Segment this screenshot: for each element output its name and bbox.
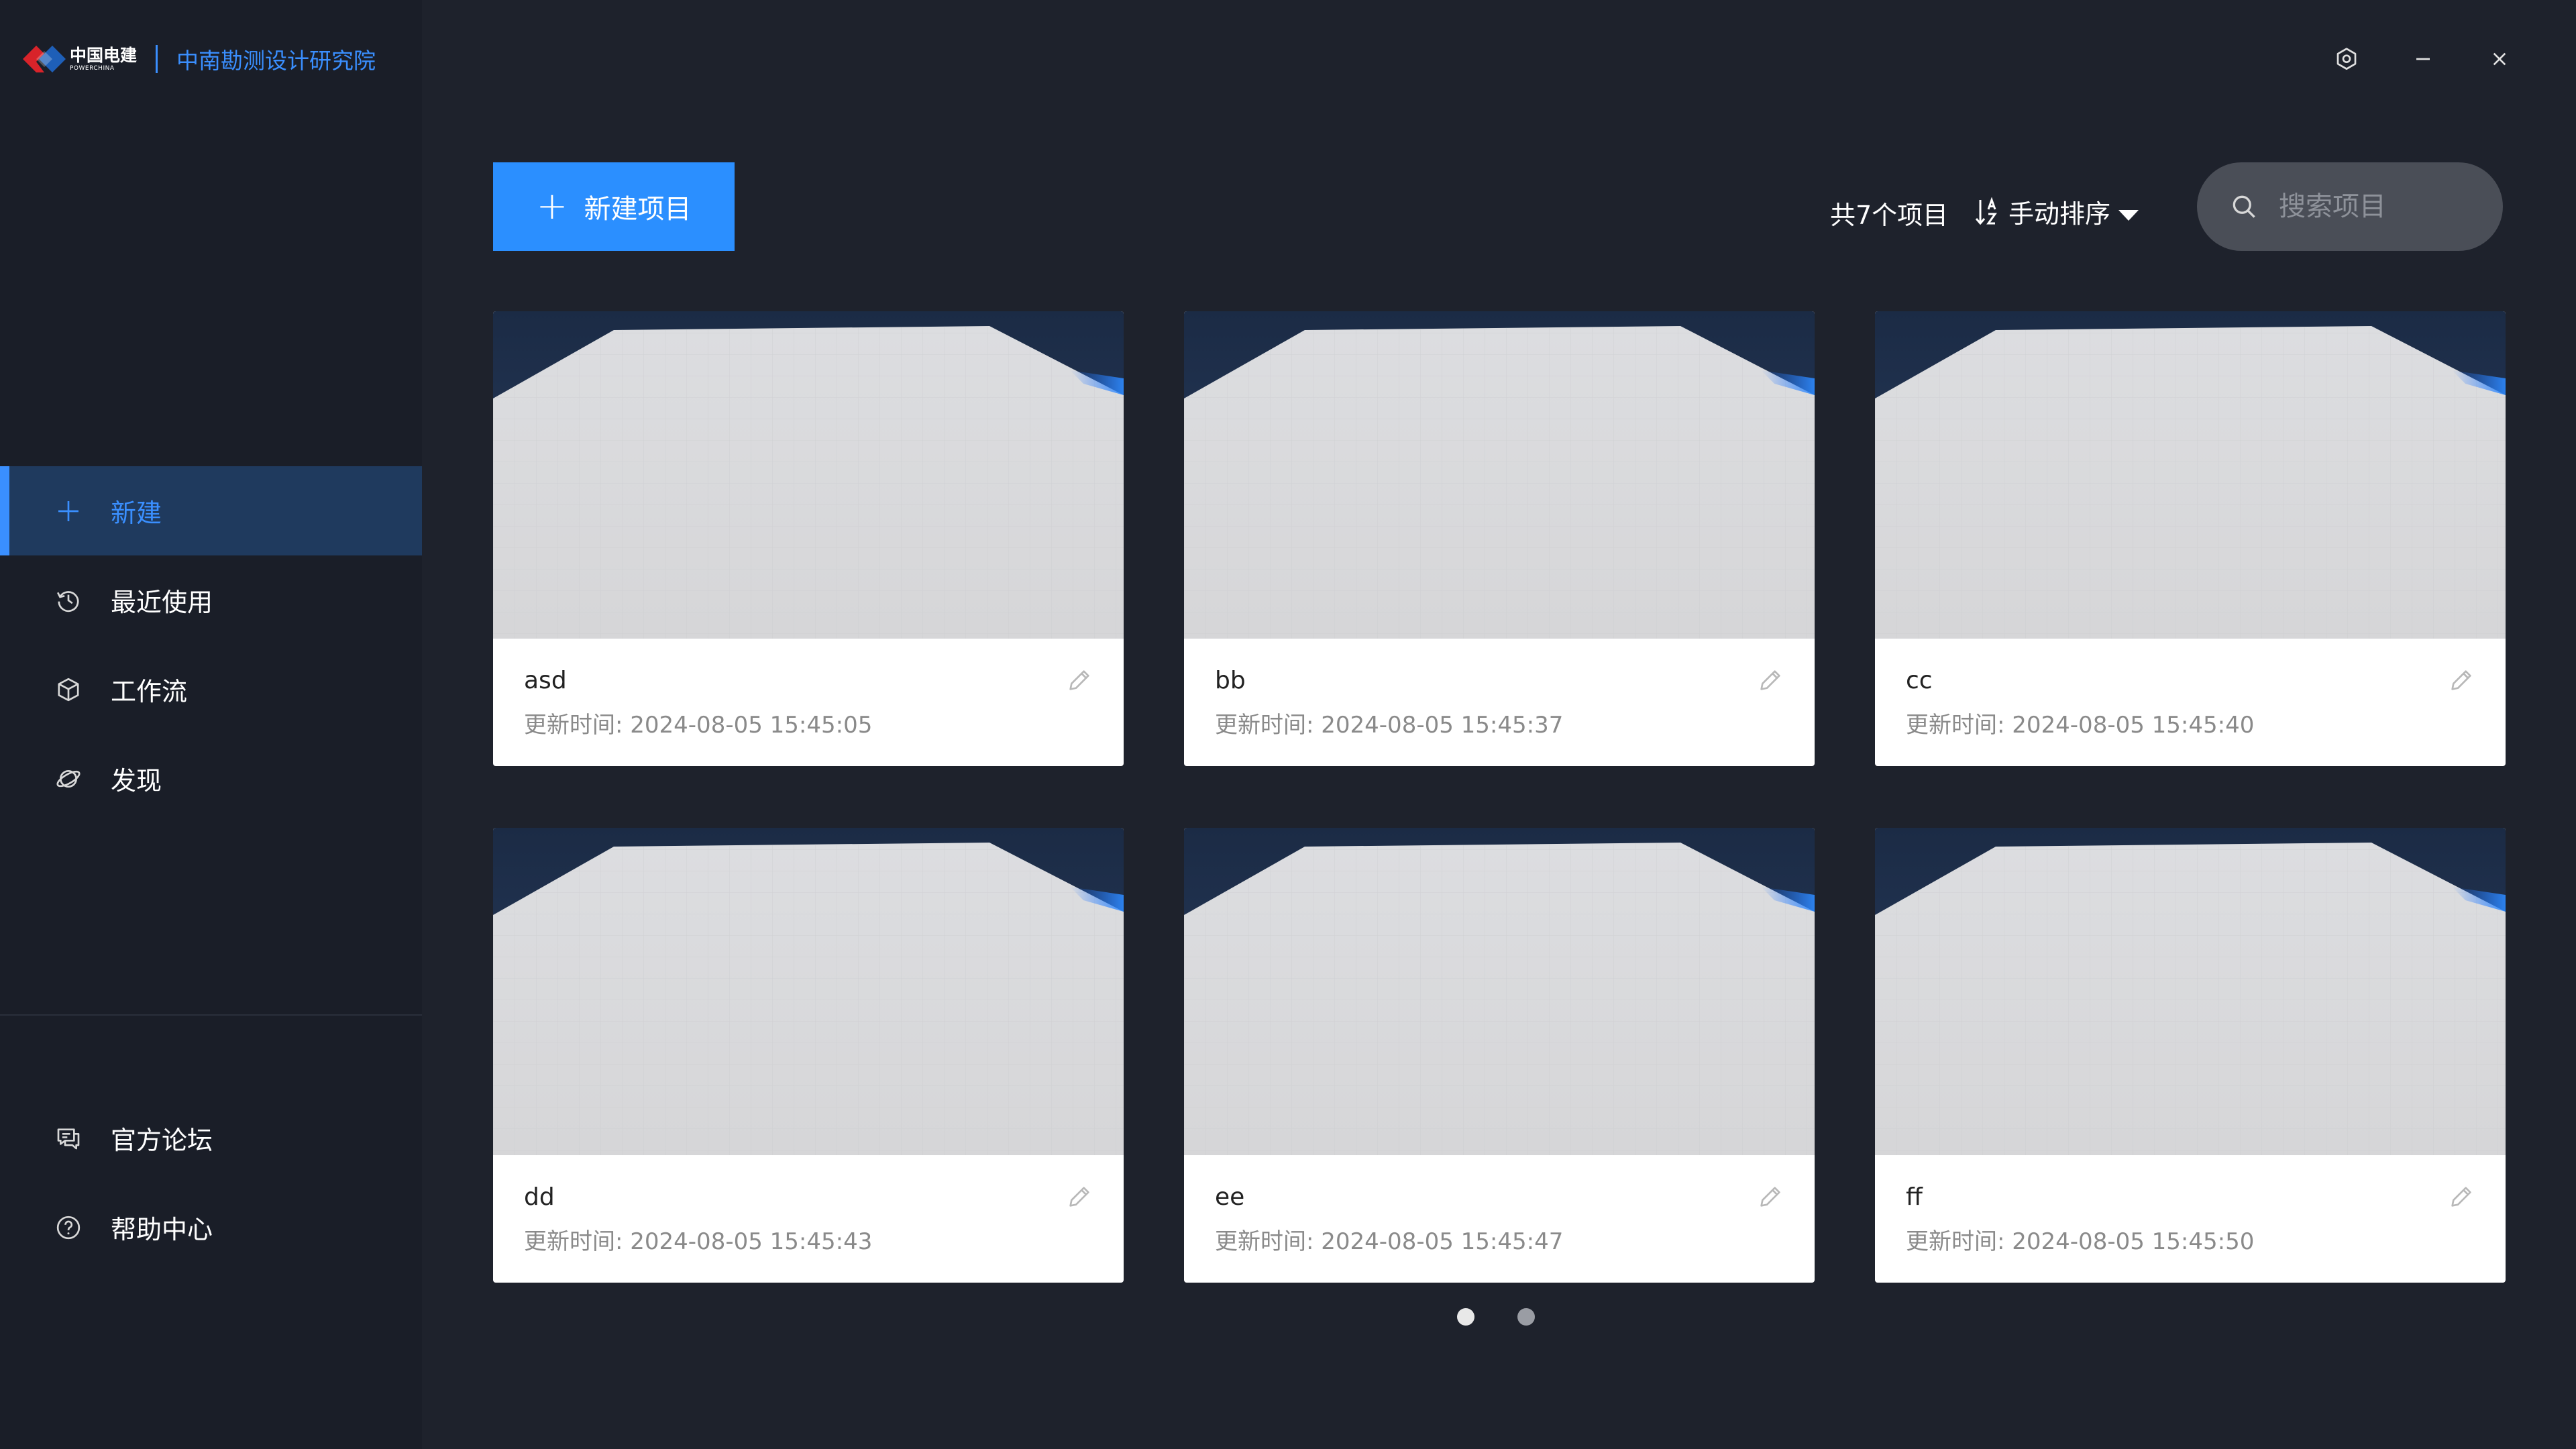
search-icon (2233, 195, 2255, 218)
project-card[interactable]: bb 更新时间: 2024-08-05 15:45:37 (1184, 311, 1815, 766)
edit-project-button[interactable] (1066, 667, 1093, 694)
sidebar-item-label: 最近使用 (111, 588, 213, 617)
sidebar-divider (0, 1014, 422, 1016)
plus-icon: + (536, 184, 568, 228)
close-button[interactable] (2485, 44, 2514, 74)
project-info: bb 更新时间: 2024-08-05 15:45:37 (1215, 667, 1563, 739)
sort-dropdown[interactable]: 手动排序 (1974, 193, 2139, 230)
edit-project-button[interactable] (2448, 667, 2475, 694)
project-updated-time: 更新时间: 2024-08-05 15:45:05 (524, 712, 873, 739)
logo-wordmark: 中国电建 POWERCHINA (70, 47, 137, 72)
edit-project-button[interactable] (2448, 1183, 2475, 1210)
pencil-icon (1757, 667, 1784, 694)
project-updated-time: 更新时间: 2024-08-05 15:45:47 (1215, 1228, 1564, 1255)
project-info: dd 更新时间: 2024-08-05 15:45:43 (524, 1183, 872, 1256)
project-name: asd (524, 667, 567, 694)
search-input[interactable] (2277, 191, 2481, 223)
sidebar-item-label: 帮助中心 (111, 1215, 213, 1244)
history-icon (55, 587, 82, 614)
project-card[interactable]: ff 更新时间: 2024-08-05 15:45:50 (1875, 828, 2506, 1283)
sidebar-item-label: 官方论坛 (111, 1126, 213, 1155)
pencil-icon (1066, 1183, 1093, 1210)
minimize-icon (2416, 58, 2430, 60)
project-thumbnail (493, 311, 1124, 639)
edit-project-button[interactable] (1757, 1183, 1784, 1210)
project-info: cc 更新时间: 2024-08-05 15:45:40 (1906, 667, 2254, 739)
sidebar-item-label: 工作流 (111, 677, 188, 706)
minimize-button[interactable] (2408, 44, 2438, 74)
pencil-icon (2448, 1183, 2475, 1210)
pencil-icon (1066, 667, 1093, 694)
pagination-dots (1457, 1308, 1535, 1326)
edit-project-button[interactable] (1757, 667, 1784, 694)
project-thumbnail (493, 828, 1124, 1155)
powerchina-logo-icon (23, 42, 66, 76)
plus-icon (55, 498, 82, 525)
project-count: 共7个项目 (1830, 201, 1949, 230)
project-info: asd 更新时间: 2024-08-05 15:45:05 (524, 667, 872, 739)
project-name: dd (524, 1183, 555, 1211)
sidebar-item-recent[interactable]: 最近使用 (0, 555, 422, 645)
sort-label: 手动排序 (2008, 199, 2111, 229)
sidebar-item-label: 新建 (111, 498, 162, 528)
close-icon (2493, 52, 2506, 66)
sidebar: 中国电建 POWERCHINA 中南勘测设计研究院 新建 最近使用 工作流 发现… (0, 0, 422, 1449)
pencil-icon (1757, 1183, 1784, 1210)
project-thumbnail (1875, 311, 2506, 639)
project-info: ff 更新时间: 2024-08-05 15:45:50 (1906, 1183, 2254, 1256)
project-updated-time: 更新时间: 2024-08-05 15:45:43 (524, 1228, 873, 1255)
project-thumbnail (1875, 828, 2506, 1155)
page-dot-1[interactable] (1457, 1308, 1474, 1326)
logo-cn: 中国电建 (70, 45, 138, 65)
project-name: cc (1906, 667, 1933, 694)
workflow-cube-icon (55, 676, 82, 703)
project-name: ee (1215, 1183, 1245, 1211)
project-thumbnail (1184, 828, 1815, 1155)
page-dot-2[interactable] (1517, 1308, 1535, 1326)
settings-button[interactable] (2332, 44, 2361, 74)
app-window: 中国电建 POWERCHINA 中南勘测设计研究院 新建 最近使用 工作流 发现… (0, 0, 2576, 1449)
logo-en: POWERCHINA (70, 64, 115, 72)
sidebar-item-workflow[interactable]: 工作流 (0, 645, 422, 734)
forum-icon (55, 1125, 82, 1152)
sidebar-item-help[interactable]: 帮助中心 (0, 1183, 422, 1272)
sidebar-item-new[interactable]: 新建 (0, 466, 422, 555)
project-card[interactable]: ee 更新时间: 2024-08-05 15:45:47 (1184, 828, 1815, 1283)
sidebar-item-label: 发现 (111, 766, 162, 796)
logo-divider (156, 45, 158, 73)
new-project-button[interactable]: + 新建项目 (493, 162, 735, 251)
project-updated-time: 更新时间: 2024-08-05 15:45:50 (1906, 1228, 2255, 1255)
project-updated-time: 更新时间: 2024-08-05 15:45:37 (1215, 712, 1564, 739)
sidebar-item-forum[interactable]: 官方论坛 (0, 1093, 422, 1183)
logo: 中国电建 POWERCHINA 中南勘测设计研究院 (23, 40, 376, 78)
org-name: 中南勘测设计研究院 (176, 48, 376, 74)
sort-icon (1975, 197, 1997, 225)
pencil-icon (2448, 667, 2475, 694)
sidebar-nav-bottom: 官方论坛 帮助中心 (0, 1093, 422, 1272)
gear-icon (2337, 48, 2357, 70)
caret-down-icon (2118, 209, 2139, 221)
new-project-label: 新建项目 (584, 194, 692, 225)
project-updated-time: 更新时间: 2024-08-05 15:45:40 (1906, 712, 2255, 739)
project-info: ee 更新时间: 2024-08-05 15:45:47 (1215, 1183, 1563, 1256)
sidebar-nav: 新建 最近使用 工作流 发现 (0, 466, 422, 823)
edit-project-button[interactable] (1066, 1183, 1093, 1210)
project-card[interactable]: dd 更新时间: 2024-08-05 15:45:43 (493, 828, 1124, 1283)
search-box[interactable] (2197, 162, 2503, 251)
help-icon (55, 1214, 82, 1241)
project-card[interactable]: cc 更新时间: 2024-08-05 15:45:40 (1875, 311, 2506, 766)
planet-icon (55, 765, 82, 792)
project-thumbnail (1184, 311, 1815, 639)
project-card[interactable]: asd 更新时间: 2024-08-05 15:45:05 (493, 311, 1124, 766)
project-name: ff (1906, 1183, 1923, 1211)
window-controls (2332, 44, 2514, 74)
sidebar-item-discover[interactable]: 发现 (0, 734, 422, 823)
project-name: bb (1215, 667, 1246, 694)
